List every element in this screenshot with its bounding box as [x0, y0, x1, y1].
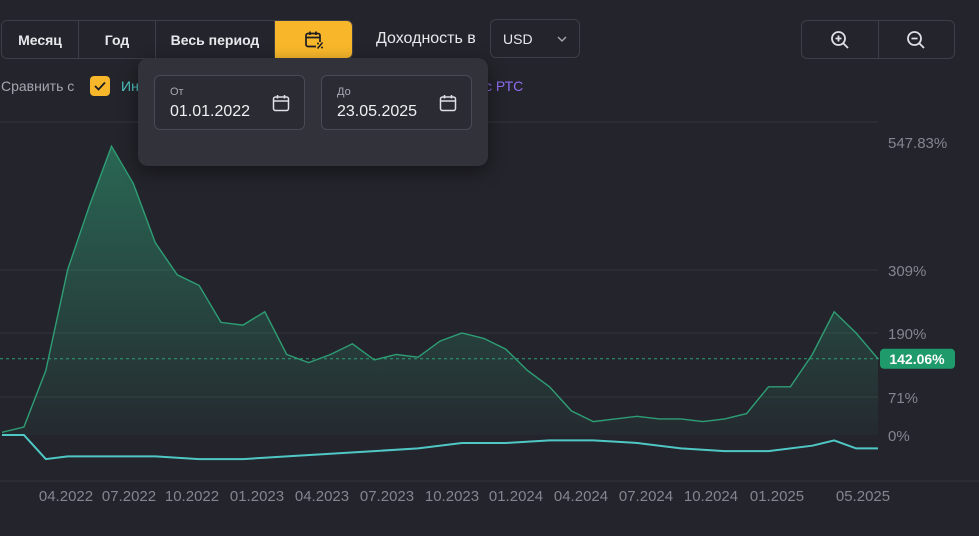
zoom-out-icon [907, 30, 925, 49]
y-tick-label: 0% [888, 428, 910, 445]
compare-option-index[interactable]: Ин [121, 78, 139, 94]
period-all-button[interactable]: Весь период [156, 21, 275, 58]
compare-checkbox[interactable] [90, 76, 110, 96]
currency-value: USD [503, 30, 533, 47]
x-tick-label: 01.2025 [750, 488, 804, 505]
calendar-percent-icon [304, 31, 323, 49]
date-from-label: От [170, 86, 184, 98]
x-tick-label: 07.2023 [360, 488, 414, 505]
yield-currency-label: Доходность в [376, 30, 476, 47]
x-tick-label: 04.2023 [295, 488, 349, 505]
x-tick-label: 01.2024 [489, 488, 543, 505]
period-year-button[interactable]: Год [79, 21, 156, 58]
zoom-in-icon [830, 30, 849, 49]
period-month-button[interactable]: Месяц [2, 21, 79, 58]
series-index-line [2, 434, 878, 461]
x-tick-label: 07.2024 [619, 488, 673, 505]
current-value-label: 142.06% [889, 351, 945, 367]
currency-select[interactable]: USD [490, 19, 580, 58]
compare-option-rts[interactable]: с РТС [485, 78, 523, 94]
calendar-icon[interactable] [272, 94, 290, 112]
x-tick-label: 04.2024 [554, 488, 608, 505]
x-tick-label: 10.2024 [684, 488, 738, 505]
x-tick-label: 04.2022 [39, 488, 93, 505]
check-icon [94, 81, 106, 91]
chevron-down-icon [557, 36, 567, 42]
compare-label: Сравнить с [1, 78, 75, 94]
x-tick-label: 01.2023 [230, 488, 284, 505]
zoom-controls [801, 20, 955, 59]
y-tick-label: 309% [888, 263, 926, 280]
date-to-field[interactable]: До 23.05.2025 [321, 75, 472, 130]
calendar-icon[interactable] [439, 94, 457, 112]
x-tick-label: 10.2023 [425, 488, 479, 505]
date-to-value: 23.05.2025 [337, 103, 418, 120]
date-from-field[interactable]: От 01.01.2022 [154, 75, 305, 130]
zoom-out-button[interactable] [877, 21, 955, 58]
x-tick-label: 05.2025 [836, 488, 890, 505]
date-to-label: До [337, 86, 351, 98]
period-selector: Месяц Год Весь период [1, 20, 353, 59]
date-from-value: 01.01.2022 [170, 103, 251, 120]
y-tick-label: 190% [888, 326, 926, 343]
date-range-popup: От 01.01.2022 До 23.05.2025 [138, 58, 488, 166]
zoom-in-button[interactable] [802, 21, 878, 58]
y-tick-label: 71% [888, 390, 918, 407]
x-tick-label: 07.2022 [102, 488, 156, 505]
custom-period-button[interactable] [275, 21, 352, 58]
x-tick-label: 10.2022 [165, 488, 219, 505]
y-tick-label: 547.83% [888, 135, 947, 152]
series-portfolio-area [2, 146, 878, 435]
